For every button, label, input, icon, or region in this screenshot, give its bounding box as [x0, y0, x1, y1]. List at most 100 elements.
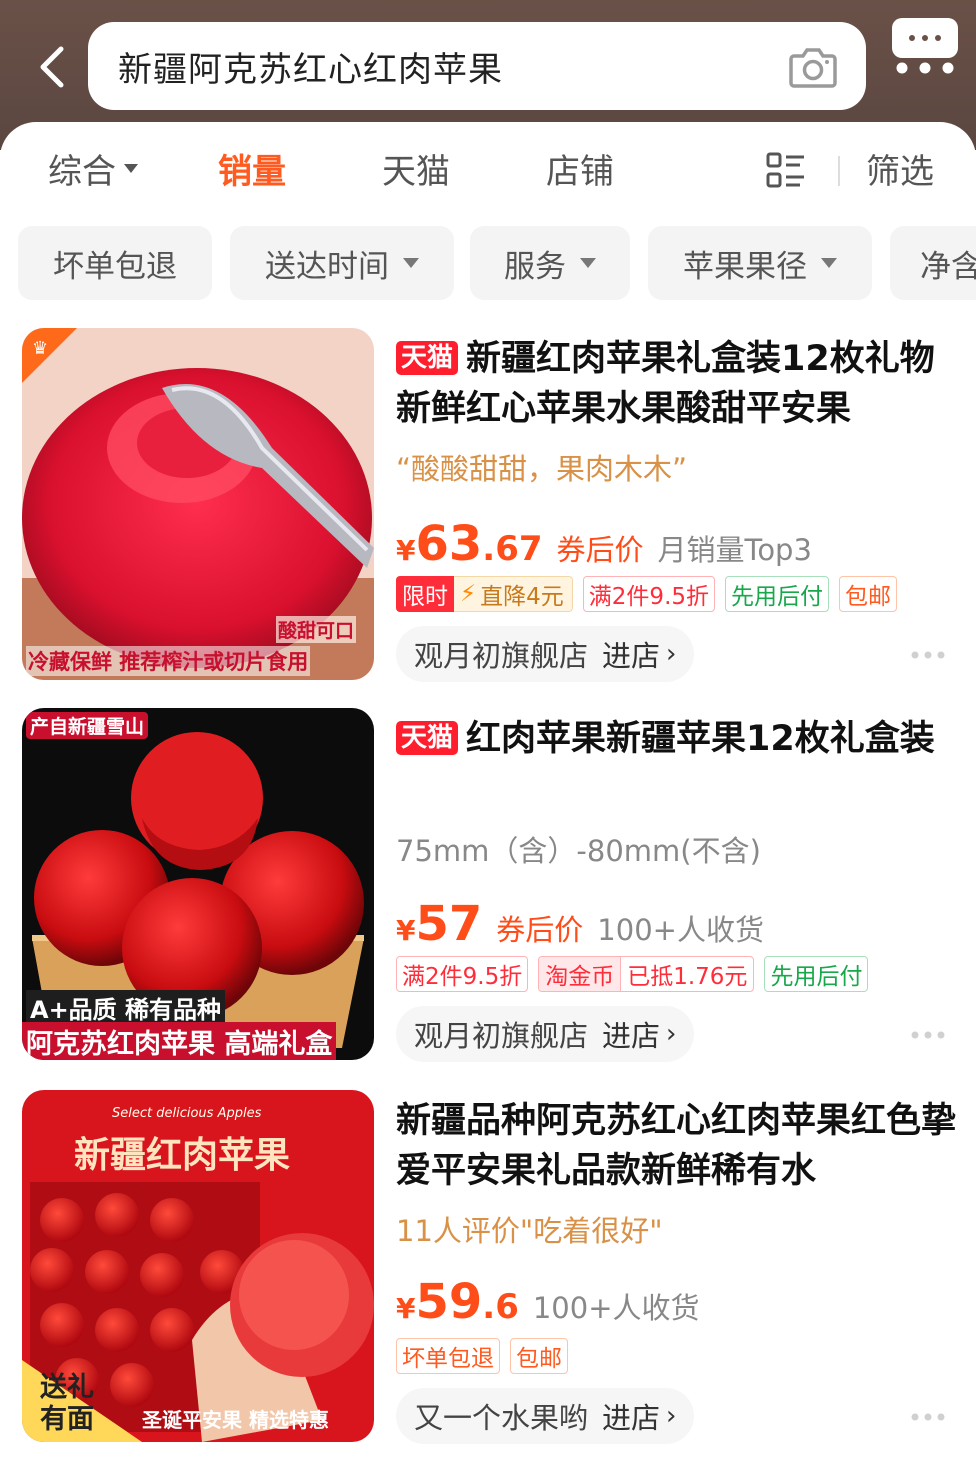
tab-sales[interactable]: 销量 — [218, 144, 286, 192]
tmall-badge: 天猫 — [396, 721, 459, 755]
pay-later-tag: 先用后付 — [764, 956, 869, 992]
price-integer: 59 — [415, 1274, 483, 1330]
price-decimal: .6 — [482, 1287, 519, 1327]
flash-sale-tag: 限时 ⚡ 直降4元 — [396, 576, 573, 612]
chip-label: 净含 — [920, 248, 976, 285]
sales-text: 100+人收货 — [532, 1291, 700, 1325]
coin-discount-tag: 淘金币 已抵1.76元 — [538, 956, 755, 992]
filter-button[interactable]: 筛选 — [866, 144, 934, 192]
tag-row: 限时 ⚡ 直降4元 满2件9.5折 先用后付 包邮 — [396, 576, 898, 612]
shop-name: 又一个水果哟 — [414, 1401, 589, 1435]
tab-shop[interactable]: 店铺 — [546, 144, 614, 192]
product-card[interactable]: Select delicious Apples 新疆红肉苹果 送礼 有面 圣诞平… — [0, 1090, 976, 1450]
tag-right: 已抵1.76元 — [627, 964, 748, 990]
price-row: ¥ 63 .67 券后价 月销量Top3 — [396, 516, 812, 572]
tab-label: 店铺 — [546, 151, 614, 192]
shop-name: 观月初旗舰店 — [414, 1019, 589, 1053]
chip-apple-diameter[interactable]: 苹果果径 — [648, 226, 872, 300]
back-button[interactable] — [30, 42, 74, 92]
message-more-icon — [892, 18, 958, 74]
chip-label: 苹果果径 — [683, 248, 807, 285]
image-caption: 冷藏保鲜 推荐榨汁或切片食用 — [26, 646, 311, 676]
chip-service[interactable]: 服务 — [470, 226, 630, 300]
more-dots-icon[interactable] — [910, 1030, 946, 1040]
product-image[interactable]: ♛ 酸甜可口 冷藏保鲜 推荐榨汁或切片食用 — [22, 328, 374, 680]
image-caption: 新疆红肉苹果 — [74, 1134, 291, 1176]
shop-name: 观月初旗舰店 — [414, 639, 589, 673]
after-coupon-label: 券后价 — [556, 533, 644, 567]
product-title[interactable]: 天猫 新疆红肉苹果礼盒装12枚礼物新鲜红心苹果水果酸甜平安果 — [396, 334, 956, 434]
grid-list-icon — [766, 152, 804, 188]
shop-link[interactable]: 又一个水果哟 进店 › — [396, 1388, 695, 1444]
image-caption: Select delicious Apples — [112, 1106, 262, 1121]
price-integer: 63 — [415, 516, 483, 572]
caret-down-icon — [124, 163, 138, 173]
image-caption: 圣诞平安果 精选特惠 — [142, 1408, 329, 1432]
more-menu-button[interactable] — [890, 14, 960, 92]
tab-comprehensive[interactable]: 综合 — [48, 144, 138, 192]
product-title-text: 新疆红肉苹果礼盒装12枚礼物新鲜红心苹果水果酸甜平安果 — [396, 339, 935, 429]
chip-delivery-time[interactable]: 送达时间 — [230, 226, 454, 300]
chevron-left-icon — [40, 46, 64, 88]
pay-later-tag: 先用后付 — [725, 576, 830, 612]
sales-text: 100+人收货 — [597, 913, 764, 947]
filter-label: 筛选 — [866, 151, 934, 192]
product-card[interactable]: ♛ 酸甜可口 冷藏保鲜 推荐榨汁或切片食用 天猫 新疆红肉苹果礼盒装12枚礼物新鲜… — [0, 328, 976, 688]
product-review-snippet: 11人评价"吃着很好" — [396, 1214, 663, 1248]
tag-row: 坏单包退 包邮 — [396, 1338, 568, 1374]
more-dots-icon[interactable] — [910, 650, 946, 660]
tag-row: 满2件9.5折 淘金币 已抵1.76元 先用后付 — [396, 956, 869, 992]
tab-label: 销量 — [218, 151, 286, 192]
price-decimal: .67 — [482, 529, 543, 569]
product-spec: 75mm（含）-80mm(不含) — [396, 834, 761, 868]
sales-text: 月销量Top3 — [657, 533, 812, 567]
chevron-right-icon: › — [666, 1019, 677, 1049]
enter-shop-label: 进店 — [602, 1401, 661, 1435]
refund-tag: 坏单包退 — [396, 1338, 500, 1374]
shop-link[interactable]: 观月初旗舰店 进店 › — [396, 626, 695, 682]
tag-left: 淘金币 — [539, 957, 622, 991]
image-caption: A+品质 稀有品种 — [26, 990, 226, 1025]
chip-refund[interactable]: 坏单包退 — [18, 226, 212, 300]
product-title[interactable]: 天猫 红肉苹果新疆苹果12枚礼盒装 — [396, 714, 956, 764]
caret-down-icon — [821, 258, 837, 268]
chip-label: 服务 — [504, 248, 566, 285]
search-input[interactable]: 新疆阿克苏红心红肉苹果 — [88, 22, 866, 110]
tmall-badge: 天猫 — [396, 341, 459, 375]
crown-icon: ♛ — [32, 338, 48, 359]
tag-right: ⚡ 直降4元 — [454, 576, 573, 612]
currency: ¥ — [396, 914, 416, 947]
tag-text: 直降4元 — [480, 584, 564, 610]
chip-label: 送达时间 — [265, 248, 389, 285]
more-dots-icon[interactable] — [910, 1412, 946, 1422]
caret-down-icon — [580, 258, 596, 268]
sort-bar: 综合 销量 天猫 店铺 筛选 — [0, 122, 976, 216]
product-card[interactable]: 产自新疆雪山 A+品质 稀有品种 阿克苏红肉苹果 高端礼盒 天猫 红肉苹果新疆苹果… — [0, 708, 976, 1068]
layout-toggle-button[interactable] — [766, 152, 806, 190]
tab-tmall[interactable]: 天猫 — [382, 144, 450, 192]
search-query-text: 新疆阿克苏红心红肉苹果 — [118, 49, 503, 90]
chevron-right-icon: › — [666, 639, 677, 669]
image-caption: 酸甜可口 — [276, 616, 357, 643]
price-integer: 57 — [415, 896, 483, 952]
chip-net-weight[interactable]: 净含 — [890, 226, 976, 300]
price-row: ¥ 59 .6 100+人收货 — [396, 1274, 700, 1330]
tag-left: 限时 — [396, 576, 454, 612]
camera-icon — [789, 48, 837, 88]
product-image[interactable]: 产自新疆雪山 A+品质 稀有品种 阿克苏红肉苹果 高端礼盒 — [22, 708, 374, 1060]
enter-shop-label: 进店 — [602, 1019, 661, 1053]
promo-tag: 满2件9.5折 — [582, 576, 716, 612]
currency: ¥ — [396, 1292, 416, 1325]
shop-link[interactable]: 观月初旗舰店 进店 › — [396, 1006, 695, 1062]
product-image[interactable]: Select delicious Apples 新疆红肉苹果 送礼 有面 圣诞平… — [22, 1090, 374, 1442]
caret-down-icon — [403, 258, 419, 268]
promo-tag: 满2件9.5折 — [396, 956, 529, 992]
product-title-text: 红肉苹果新疆苹果12枚礼盒装 — [466, 719, 935, 759]
image-caption: 送礼 有面 — [40, 1372, 94, 1435]
image-caption: 阿克苏红肉苹果 高端礼盒 — [22, 1022, 337, 1060]
product-title[interactable]: 新疆品种阿克苏红心红肉苹果红色挚爱平安果礼品款新鲜稀有水 — [396, 1096, 956, 1196]
camera-search-button[interactable] — [788, 42, 838, 90]
currency: ¥ — [396, 534, 416, 567]
divider — [838, 156, 840, 186]
enter-shop-label: 进店 — [602, 639, 661, 673]
